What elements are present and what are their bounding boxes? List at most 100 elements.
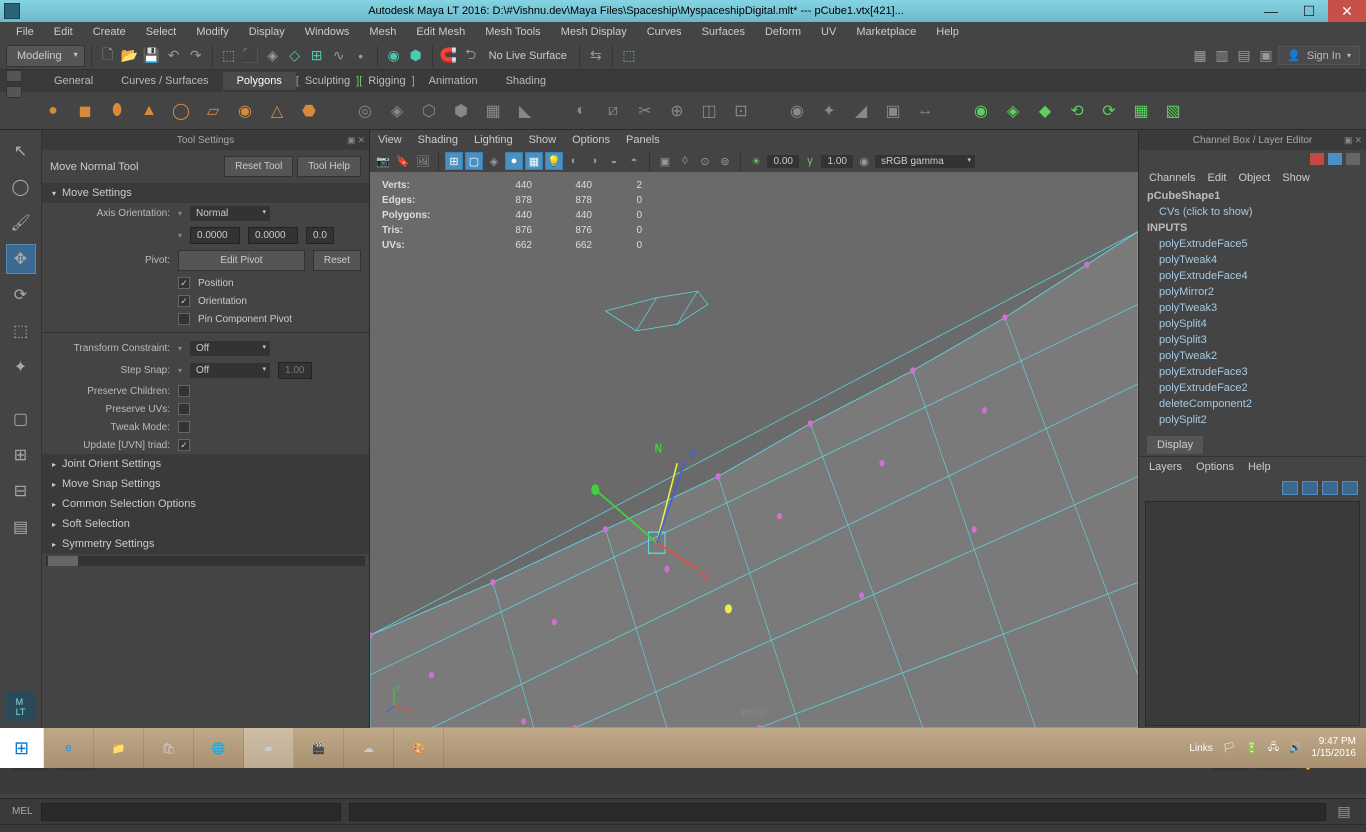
pin-pivot-checkbox[interactable] <box>178 313 190 325</box>
viewport-3d[interactable]: N V U Verts:4404402 Edges:8788780 Polygo… <box>370 172 1138 728</box>
panel3-icon[interactable]: ▤ <box>1234 46 1254 66</box>
undo-icon[interactable]: ↶ <box>164 46 184 66</box>
tb-store-icon[interactable]: 🛍 <box>144 728 194 768</box>
menu-display[interactable]: Display <box>239 23 295 41</box>
tab-shading[interactable]: Shading <box>492 72 560 90</box>
input-item[interactable]: polySplit3 <box>1139 332 1366 348</box>
cb-blue-icon[interactable] <box>1328 153 1342 165</box>
vp-shadow-icon[interactable]: ◐ <box>565 152 583 170</box>
preserve-uvs-checkbox[interactable] <box>178 403 190 415</box>
pyramid-icon[interactable]: △ <box>264 98 290 124</box>
tweak-mode-checkbox[interactable] <box>178 421 190 433</box>
vp-exposure-icon[interactable]: ☀ <box>747 152 765 170</box>
shape-name[interactable]: pCubeShape1 <box>1139 188 1366 204</box>
vp-menu-show[interactable]: Show <box>529 134 557 146</box>
select-hierarchy-icon[interactable]: ⬚ <box>219 46 239 66</box>
tb-volume-icon[interactable]: 🔊 <box>1289 743 1301 754</box>
wedge-icon[interactable]: ◢ <box>848 98 874 124</box>
vp-menu-options[interactable]: Options <box>572 134 610 146</box>
tb-maya-icon[interactable]: ▰ <box>244 728 294 768</box>
menu-windows[interactable]: Windows <box>295 23 360 41</box>
mirror-icon[interactable]: ⧄ <box>600 98 626 124</box>
layer-down-icon[interactable] <box>1302 481 1318 495</box>
input-item[interactable]: deleteComponent2 <box>1139 396 1366 412</box>
start-button[interactable]: ⊞ <box>0 728 44 768</box>
minimize-button[interactable]: — <box>1252 0 1290 22</box>
menu-create[interactable]: Create <box>83 23 136 41</box>
tb-cloud-icon[interactable]: ☁ <box>344 728 394 768</box>
connect-icon[interactable]: ⊡ <box>728 98 754 124</box>
prism-icon[interactable]: ⬣ <box>296 98 322 124</box>
vp-color-icon[interactable]: ◉ <box>855 152 873 170</box>
cylinder-icon[interactable]: ⬮ <box>104 98 130 124</box>
unlock-icon[interactable]: ▧ <box>1160 98 1186 124</box>
vp-bookmark-icon[interactable]: 🔖 <box>394 152 412 170</box>
step-snap-dropdown[interactable]: Off <box>190 363 270 378</box>
smooth-icon[interactable]: ◐ <box>568 98 594 124</box>
soft-icon[interactable]: ◉ <box>968 98 994 124</box>
vp-light-icon[interactable]: 💡 <box>545 152 563 170</box>
menu-file[interactable]: File <box>6 23 44 41</box>
bridge-icon[interactable]: ▦ <box>480 98 506 124</box>
step-snap-field[interactable]: 1.00 <box>278 362 312 379</box>
vp-exposure-field[interactable]: 0.00 <box>767 155 799 168</box>
tb-battery-icon[interactable]: 🔋 <box>1245 743 1257 754</box>
move-settings-header[interactable]: Move Settings <box>42 183 369 203</box>
tab-animation[interactable]: Animation <box>415 72 492 90</box>
menu-deform[interactable]: Deform <box>755 23 811 41</box>
tab-curves[interactable]: Curves / Surfaces <box>107 72 222 90</box>
joint-orient-header[interactable]: Joint Orient Settings <box>42 454 369 474</box>
maximize-button[interactable]: ☐ <box>1290 0 1328 22</box>
quad-icon[interactable]: ▣ <box>880 98 906 124</box>
vp-image-icon[interactable]: 🖼 <box>414 152 432 170</box>
display-tab[interactable]: Display <box>1147 436 1203 454</box>
tb-clock[interactable]: 9:47 PM 1/15/2016 <box>1312 736 1357 760</box>
select-object-icon[interactable]: ⬛ <box>241 46 261 66</box>
single-view-icon[interactable]: ▢ <box>6 404 36 434</box>
orientation-checkbox[interactable] <box>178 295 190 307</box>
separate-icon[interactable]: ◈ <box>384 98 410 124</box>
vp-menu-panels[interactable]: Panels <box>626 134 660 146</box>
rotate-tool[interactable]: ⟳ <box>6 280 36 310</box>
four-view-icon[interactable]: ⊞ <box>6 440 36 470</box>
vp-shade-icon[interactable]: ● <box>505 152 523 170</box>
dock-icon[interactable]: ▣ <box>1344 135 1353 146</box>
poke-icon[interactable]: ✦ <box>816 98 842 124</box>
extrude-icon[interactable]: ⬢ <box>448 98 474 124</box>
disc-icon[interactable]: ◉ <box>232 98 258 124</box>
menu-select[interactable]: Select <box>136 23 187 41</box>
layers-menu-options[interactable]: Options <box>1196 461 1234 473</box>
cvs-item[interactable]: CVs (click to show) <box>1139 204 1366 220</box>
isolate-icon[interactable]: ⬚ <box>619 46 639 66</box>
vp-gate-icon[interactable]: ▢ <box>465 152 483 170</box>
sculpt-icon[interactable]: ◉ <box>784 98 810 124</box>
sphere-icon[interactable]: ● <box>40 98 66 124</box>
combine-icon[interactable]: ◎ <box>352 98 378 124</box>
reverse-icon[interactable]: ⟲ <box>1064 98 1090 124</box>
input-item[interactable]: polySplit4 <box>1139 316 1366 332</box>
axis-y-field[interactable]: 0.0000 <box>248 227 298 244</box>
vp-gamma-icon[interactable]: γ <box>801 152 819 170</box>
vp-deform-icon[interactable]: ⊚ <box>716 152 734 170</box>
cb-red-icon[interactable] <box>1310 153 1324 165</box>
layers-menu-layers[interactable]: Layers <box>1149 461 1182 473</box>
close-button[interactable]: ✕ <box>1328 0 1366 22</box>
vp-isolate-icon[interactable]: ▣ <box>656 152 674 170</box>
construction-icon[interactable]: ⬢ <box>406 46 426 66</box>
layer-new-icon[interactable] <box>1322 481 1338 495</box>
tb-explorer-icon[interactable]: 📁 <box>94 728 144 768</box>
vp-menu-view[interactable]: View <box>378 134 402 146</box>
input-item[interactable]: polyTweak2 <box>1139 348 1366 364</box>
menu-mesh[interactable]: Mesh <box>359 23 406 41</box>
signin-button[interactable]: 👤 Sign In ▾ <box>1278 46 1360 65</box>
vp-camera-icon[interactable]: 📷 <box>374 152 392 170</box>
save-scene-icon[interactable]: 💾 <box>142 46 162 66</box>
tb-flag-icon[interactable]: 🏳 <box>1223 743 1236 754</box>
vp-menu-lighting[interactable]: Lighting <box>474 134 513 146</box>
tb-ie-icon[interactable]: e <box>44 728 94 768</box>
cone-icon[interactable]: ▲ <box>136 98 162 124</box>
move-snap-header[interactable]: Move Snap Settings <box>42 474 369 494</box>
script-editor-icon[interactable]: ▤ <box>1334 802 1354 822</box>
common-selection-header[interactable]: Common Selection Options <box>42 494 369 514</box>
open-scene-icon[interactable]: 📂 <box>120 46 140 66</box>
